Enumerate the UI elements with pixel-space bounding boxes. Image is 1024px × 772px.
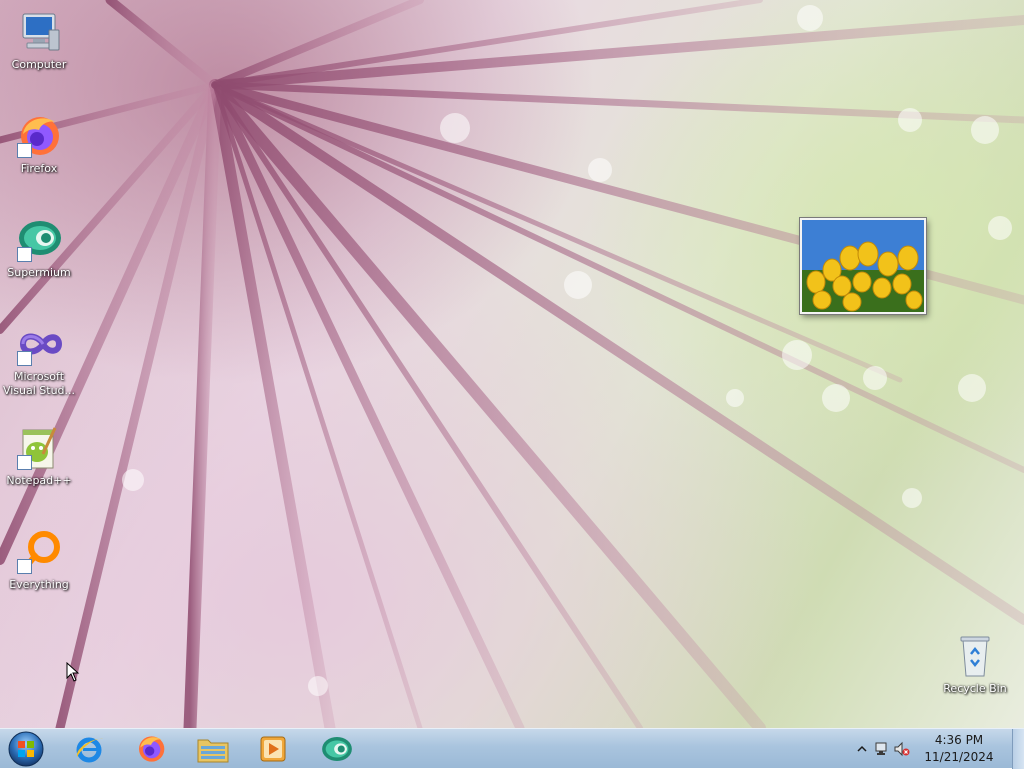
desktop-icon-notepadpp[interactable]: Notepad++ [2, 424, 76, 488]
supermium-icon [322, 736, 352, 762]
show-hidden-icons-chevron[interactable] [854, 741, 870, 757]
taskbar-internet-explorer[interactable] [62, 731, 116, 767]
firefox-icon [139, 736, 165, 762]
clock[interactable]: 4:36 PM 11/21/2024 [914, 732, 1004, 766]
taskbar-media-player[interactable] [246, 731, 300, 767]
firefox-shortcut-icon [15, 112, 63, 160]
shortcut-arrow-icon [17, 455, 32, 470]
start-button[interactable] [6, 730, 46, 768]
network-icon[interactable] [874, 741, 890, 757]
desktop-icon-label: Supermium [7, 266, 71, 279]
taskbar-supermium[interactable] [310, 731, 364, 767]
desktop-icon-label: Notepad++ [6, 474, 72, 487]
system-tray: 4:36 PM 11/21/2024 [854, 729, 1024, 769]
desktop-icon-label: Firefox [20, 162, 58, 175]
windows-start-orb-icon [8, 731, 44, 767]
clock-date: 11/21/2024 [924, 750, 994, 764]
taskbar-windows-explorer[interactable] [186, 731, 240, 767]
desktop-icon-supermium[interactable]: Supermium [2, 216, 76, 280]
notepadpp-shortcut-icon [15, 424, 63, 472]
desktop-icon-label: Recycle Bin [943, 682, 1007, 695]
recycle-bin-icon [960, 636, 990, 677]
shortcut-arrow-icon [17, 559, 32, 574]
desktop-icon-visual-studio[interactable]: Microsoft Visual Stud... [2, 320, 76, 398]
mouse-pointer-icon [66, 662, 80, 682]
computer-icon [22, 13, 60, 51]
desktop-icon-recycle-bin[interactable]: Recycle Bin [938, 632, 1012, 696]
desktop-icon-everything[interactable]: Everything [2, 528, 76, 592]
wallpaper-image [0, 0, 1024, 728]
slideshow-gadget[interactable] [800, 218, 926, 314]
desktop-icon-label: Everything [9, 578, 69, 591]
internet-explorer-icon [76, 737, 103, 763]
desktop[interactable]: Computer Firefox Supermium Microsoft Vis… [0, 0, 1024, 728]
desktop-icon-computer[interactable]: Computer [2, 8, 76, 72]
file-explorer-icon [197, 739, 229, 763]
shortcut-arrow-icon [17, 143, 32, 158]
clock-time: 4:36 PM [934, 733, 984, 747]
media-player-icon [260, 736, 286, 762]
shortcut-arrow-icon [17, 351, 32, 366]
everything-shortcut-icon [15, 528, 63, 576]
desktop-icon-firefox[interactable]: Firefox [2, 112, 76, 176]
visual-studio-shortcut-icon [15, 320, 63, 368]
tulips-photo [802, 220, 924, 312]
desktop-icon-label: Computer [11, 58, 67, 71]
show-desktop-button[interactable] [1012, 729, 1024, 769]
shortcut-arrow-icon [17, 247, 32, 262]
desktop-icon-label-line1: Microsoft [13, 370, 65, 383]
desktop-icon-label-line2: Visual Stud... [2, 384, 76, 397]
taskbar: 4:36 PM 11/21/2024 [0, 728, 1024, 769]
supermium-shortcut-icon [15, 216, 63, 264]
taskbar-firefox[interactable] [124, 731, 178, 767]
volume-muted-icon[interactable] [894, 741, 910, 757]
